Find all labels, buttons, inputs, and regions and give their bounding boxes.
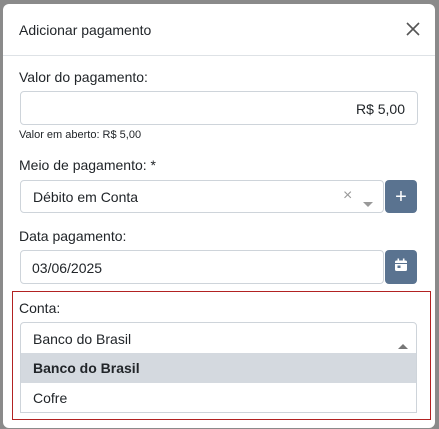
add-payment-modal: Adicionar pagamento Valor do pagamento: … [3, 4, 435, 428]
account-dropdown: Banco do Brasil Cofre [20, 353, 417, 413]
account-option-cofre[interactable]: Cofre [21, 383, 416, 413]
add-payment-method-button[interactable]: + [385, 180, 417, 213]
account-select-value: Banco do Brasil [33, 331, 132, 347]
account-option-banco-do-brasil[interactable]: Banco do Brasil [21, 353, 416, 383]
payment-value-input[interactable]: R$ 5,00 [20, 91, 418, 125]
account-label: Conta: [19, 300, 61, 316]
option-label: Cofre [33, 390, 68, 406]
chevron-down-icon[interactable] [363, 195, 373, 211]
modal-title: Adicionar pagamento [19, 22, 152, 38]
close-icon[interactable] [403, 19, 423, 39]
plus-icon: + [395, 185, 407, 208]
payment-value-text: R$ 5,00 [355, 101, 405, 117]
modal-header: Adicionar pagamento [3, 4, 435, 56]
payment-method-select[interactable]: Débito em Conta × [20, 180, 384, 213]
payment-method-value: Débito em Conta [33, 189, 139, 205]
option-label: Banco do Brasil [33, 360, 140, 376]
clear-selection-icon[interactable]: × [343, 187, 352, 205]
calendar-button[interactable] [385, 250, 417, 284]
payment-date-value: 03/06/2025 [32, 260, 103, 276]
open-value-help: Valor em aberto: R$ 5,00 [19, 129, 142, 141]
calendar-icon [394, 258, 408, 277]
payment-date-input[interactable]: 03/06/2025 [20, 250, 384, 284]
payment-method-label: Meio de pagamento: * [19, 157, 156, 173]
account-select[interactable]: Banco do Brasil [20, 322, 417, 354]
payment-date-label: Data pagamento: [19, 228, 127, 244]
payment-value-label: Valor do pagamento: [19, 69, 148, 85]
chevron-up-icon[interactable] [398, 336, 408, 352]
